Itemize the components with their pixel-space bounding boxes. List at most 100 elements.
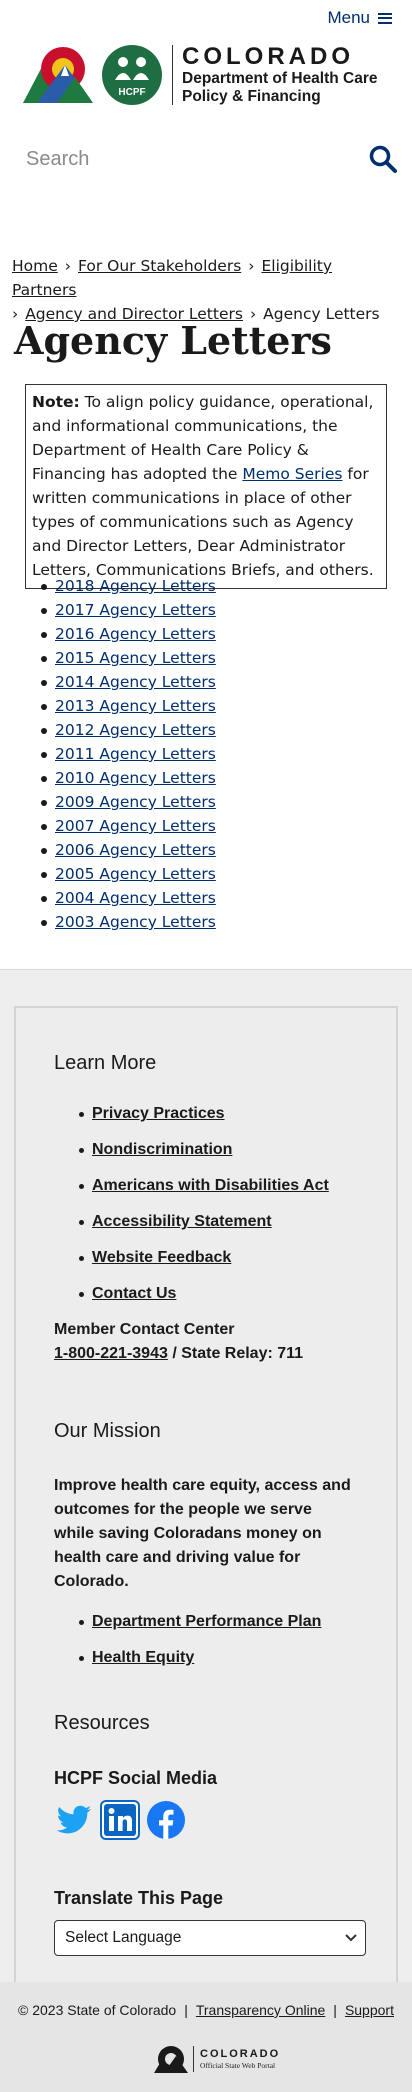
translate-heading: Translate This Page [54, 1888, 224, 1908]
list-item: 2006 Agency Letters [41, 838, 216, 862]
top-bar: Menu [0, 0, 412, 36]
list-item: 2015 Agency Letters [41, 646, 216, 670]
list-item: 2004 Agency Letters [41, 886, 216, 910]
list-item: Privacy Practices [79, 1096, 329, 1132]
menu-button[interactable]: Menu [327, 8, 392, 28]
twitter-icon[interactable] [54, 1800, 94, 1840]
list-item: 2005 Agency Letters [41, 862, 216, 886]
health-equity-link[interactable]: Health Equity [92, 1649, 194, 1666]
search-input[interactable] [26, 147, 368, 171]
list-item: Health Equity [78, 1640, 321, 1676]
memo-series-link[interactable]: Memo Series [242, 465, 342, 483]
list-item: 2012 Agency Letters [41, 718, 216, 742]
chevron-down-icon [345, 1934, 357, 1942]
letter-link-2015[interactable]: 2015 Agency Letters [55, 649, 216, 667]
letter-link-2014[interactable]: 2014 Agency Letters [55, 673, 216, 691]
member-contact: Member Contact Center 1-800-221-3943 / S… [54, 1318, 303, 1366]
list-item: 2014 Agency Letters [41, 670, 216, 694]
language-select[interactable]: Select Language [54, 1920, 366, 1956]
letter-link-2011[interactable]: 2011 Agency Letters [55, 745, 216, 763]
hcpf-logo-icon: HCPF [102, 45, 162, 105]
support-link[interactable]: Support [345, 2002, 394, 2018]
social-media-heading: HCPF Social Media [54, 1768, 218, 1788]
page-title: Agency Letters [14, 318, 332, 363]
state-portal-logo[interactable]: COLORADO Official State Web Portal [152, 2044, 280, 2074]
ada-link[interactable]: Americans with Disabilities Act [92, 1177, 329, 1194]
linkedin-icon[interactable] [100, 1800, 140, 1840]
contact-us-link[interactable]: Contact Us [92, 1285, 176, 1302]
performance-plan-link[interactable]: Department Performance Plan [92, 1613, 321, 1630]
logo-divider [172, 45, 173, 105]
resources-heading: Resources [54, 1712, 150, 1734]
our-mission-heading: Our Mission [54, 1420, 161, 1442]
note-label: Note: [32, 393, 80, 411]
site-logo[interactable]: HCPF COLORADO Department of Health Care … [0, 36, 412, 114]
search-bar [0, 134, 412, 184]
breadcrumb: Home › For Our Stakeholders › Eligibility Pa… [12, 254, 400, 326]
footer: Learn More Privacy Practices Nondiscrimi… [0, 970, 412, 1986]
letter-link-2006[interactable]: 2006 Agency Letters [55, 841, 216, 859]
list-item: 2011 Agency Letters [41, 742, 216, 766]
portal-divider [193, 2046, 194, 2072]
accessibility-statement-link[interactable]: Accessibility Statement [92, 1213, 272, 1230]
privacy-practices-link[interactable]: Privacy Practices [92, 1105, 225, 1122]
letter-link-2013[interactable]: 2013 Agency Letters [55, 697, 216, 715]
list-item: 2003 Agency Letters [41, 910, 216, 934]
letter-link-2012[interactable]: 2012 Agency Letters [55, 721, 216, 739]
letter-link-2007[interactable]: 2007 Agency Letters [55, 817, 216, 835]
search-icon[interactable] [368, 144, 398, 174]
hcpf-badge-text: HCPF [118, 87, 145, 98]
divider: | [333, 2002, 337, 2018]
logo-dept-line1: Department of Health Care [182, 70, 378, 87]
social-icons [54, 1800, 186, 1840]
learn-more-heading: Learn More [54, 1052, 157, 1074]
list-item: 2007 Agency Letters [41, 814, 216, 838]
list-item: 2016 Agency Letters [41, 622, 216, 646]
breadcrumb-separator: › [248, 257, 255, 275]
letter-link-2018[interactable]: 2018 Agency Letters [55, 577, 216, 595]
member-contact-label: Member Contact Center [54, 1321, 235, 1338]
logo-state-name: COLORADO [182, 43, 354, 70]
letter-link-2004[interactable]: 2004 Agency Letters [55, 889, 216, 907]
logo-text: COLORADO Department of Health Care Polic… [182, 44, 378, 106]
list-item: Americans with Disabilities Act [79, 1168, 329, 1204]
breadcrumb-home[interactable]: Home [12, 257, 58, 275]
portal-text: COLORADO Official State Web Portal [200, 2048, 280, 2071]
colorado-flag-logo-icon [23, 47, 93, 103]
note-box: Note: To align policy guidance, operatio… [25, 384, 387, 589]
list-item: Department Performance Plan [78, 1604, 321, 1640]
letter-link-2009[interactable]: 2009 Agency Letters [55, 793, 216, 811]
list-item: 2017 Agency Letters [41, 598, 216, 622]
footer-card: Learn More Privacy Practices Nondiscrimi… [14, 1006, 398, 1986]
phone-link[interactable]: 1-800-221-3943 [54, 1345, 168, 1362]
website-feedback-link[interactable]: Website Feedback [92, 1249, 231, 1266]
mission-list: Department Performance Plan Health Equit… [78, 1604, 321, 1676]
list-item: 2013 Agency Letters [41, 694, 216, 718]
divider: | [184, 2002, 188, 2018]
letter-link-2005[interactable]: 2005 Agency Letters [55, 865, 216, 883]
nondiscrimination-link[interactable]: Nondiscrimination [92, 1141, 232, 1158]
letter-link-2010[interactable]: 2010 Agency Letters [55, 769, 216, 787]
letter-link-2017[interactable]: 2017 Agency Letters [55, 601, 216, 619]
transparency-online-link[interactable]: Transparency Online [196, 2002, 325, 2018]
bottom-links: © 2023 State of Colorado | Transparency On… [0, 2002, 412, 2018]
portal-name: COLORADO [200, 2047, 281, 2060]
letter-link-2016[interactable]: 2016 Agency Letters [55, 625, 216, 643]
learn-more-list: Privacy Practices Nondiscrimination Amer… [79, 1096, 329, 1312]
breadcrumb-stakeholders[interactable]: For Our Stakeholders [78, 257, 241, 275]
logo-dept-line2: Policy & Financing [182, 88, 321, 105]
hamburger-icon [378, 12, 392, 24]
list-item: 2009 Agency Letters [41, 790, 216, 814]
state-relay: / State Relay: 711 [167, 1345, 304, 1362]
breadcrumb-separator: › [64, 257, 71, 275]
letter-link-2003[interactable]: 2003 Agency Letters [55, 913, 216, 931]
copyright: © 2023 State of Colorado [18, 2002, 177, 2018]
portal-subtitle: Official State Web Portal [200, 2060, 276, 2070]
list-item: Contact Us [79, 1276, 329, 1312]
list-item: Website Feedback [79, 1240, 329, 1276]
facebook-icon[interactable] [146, 1800, 186, 1840]
list-item: 2018 Agency Letters [41, 574, 216, 598]
language-select-value: Select Language [65, 1929, 182, 1946]
menu-label: Menu [327, 8, 370, 27]
mission-text: Improve health care equity, access and o… [54, 1477, 351, 1590]
